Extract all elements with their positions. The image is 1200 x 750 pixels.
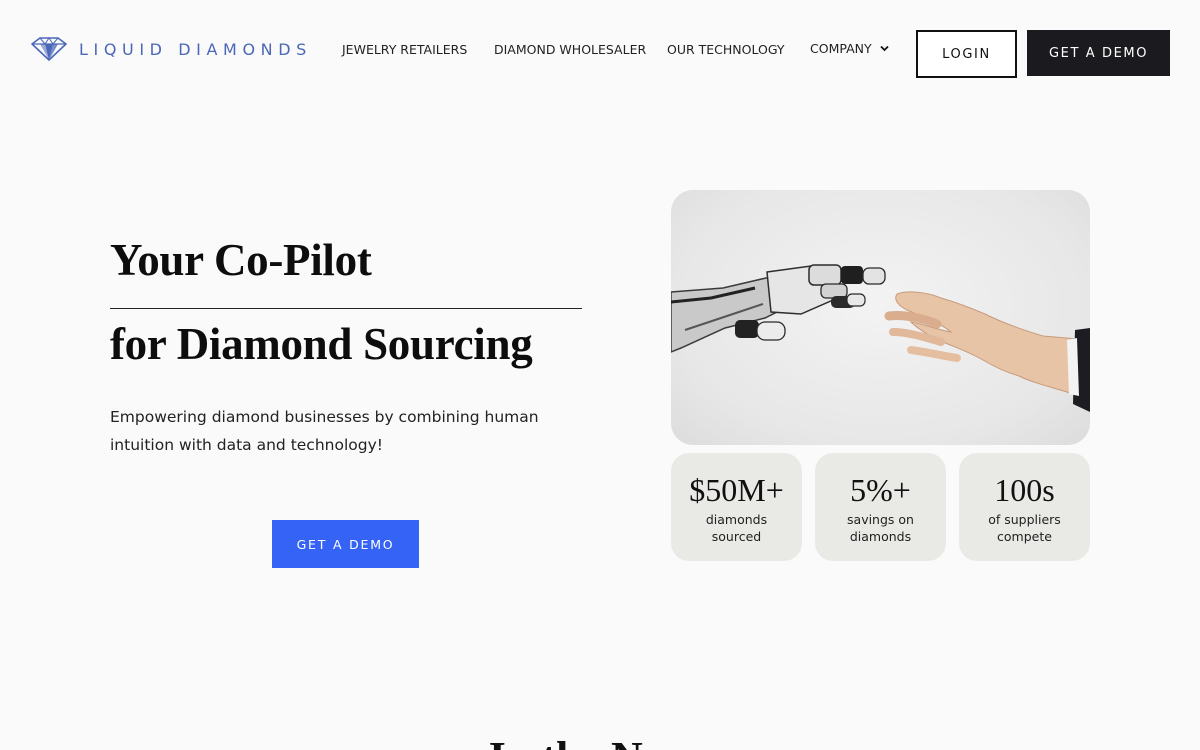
get-demo-button-hero[interactable]: GET A DEMO	[272, 520, 419, 568]
nav-jewelry-retailers[interactable]: JEWELRY RETAILERS	[342, 42, 467, 57]
stat-label: diamonds sourced	[705, 512, 768, 544]
page: LIQUID DIAMONDS JEWELRY RETAILERS DIAMON…	[0, 0, 1200, 750]
stat-value: 5%+	[850, 472, 911, 508]
stat-label: savings on diamonds	[847, 512, 914, 544]
brand-name: LIQUID DIAMONDS	[79, 39, 312, 59]
stat-label: of suppliers compete	[988, 512, 1061, 544]
stat-card-savings: 5%+ savings on diamonds	[815, 453, 946, 561]
hero-divider	[110, 308, 582, 309]
get-demo-button-header[interactable]: GET A DEMO	[1027, 30, 1170, 76]
nav-company-dropdown[interactable]: COMPANY	[810, 41, 889, 56]
section-heading-peek: In the News	[0, 733, 1200, 750]
site-header: LIQUID DIAMONDS JEWELRY RETAILERS DIAMON…	[0, 0, 1200, 100]
login-button[interactable]: LOGIN	[916, 30, 1017, 78]
nav-diamond-wholesaler[interactable]: DIAMOND WHOLESALER	[494, 42, 646, 57]
brand-logo[interactable]: LIQUID DIAMONDS	[31, 36, 312, 62]
stat-card-sourced: $50M+ diamonds sourced	[671, 453, 802, 561]
hero-title-line1: Your Co-Pilot	[110, 235, 372, 285]
chevron-down-icon	[880, 45, 889, 52]
stat-value: 100s	[994, 472, 1055, 508]
hero-description: Empowering diamond businesses by combini…	[110, 408, 539, 454]
nav-company-label: COMPANY	[810, 41, 872, 56]
hero-image	[671, 190, 1090, 445]
nav-our-technology[interactable]: OUR TECHNOLOGY	[667, 42, 785, 57]
hero-title-line2: for Diamond Sourcing	[110, 319, 533, 369]
stat-value: $50M+	[689, 472, 784, 508]
diamond-icon	[31, 37, 67, 61]
stat-card-suppliers: 100s of suppliers compete	[959, 453, 1090, 561]
robot-human-hands-illustration	[671, 264, 1090, 412]
